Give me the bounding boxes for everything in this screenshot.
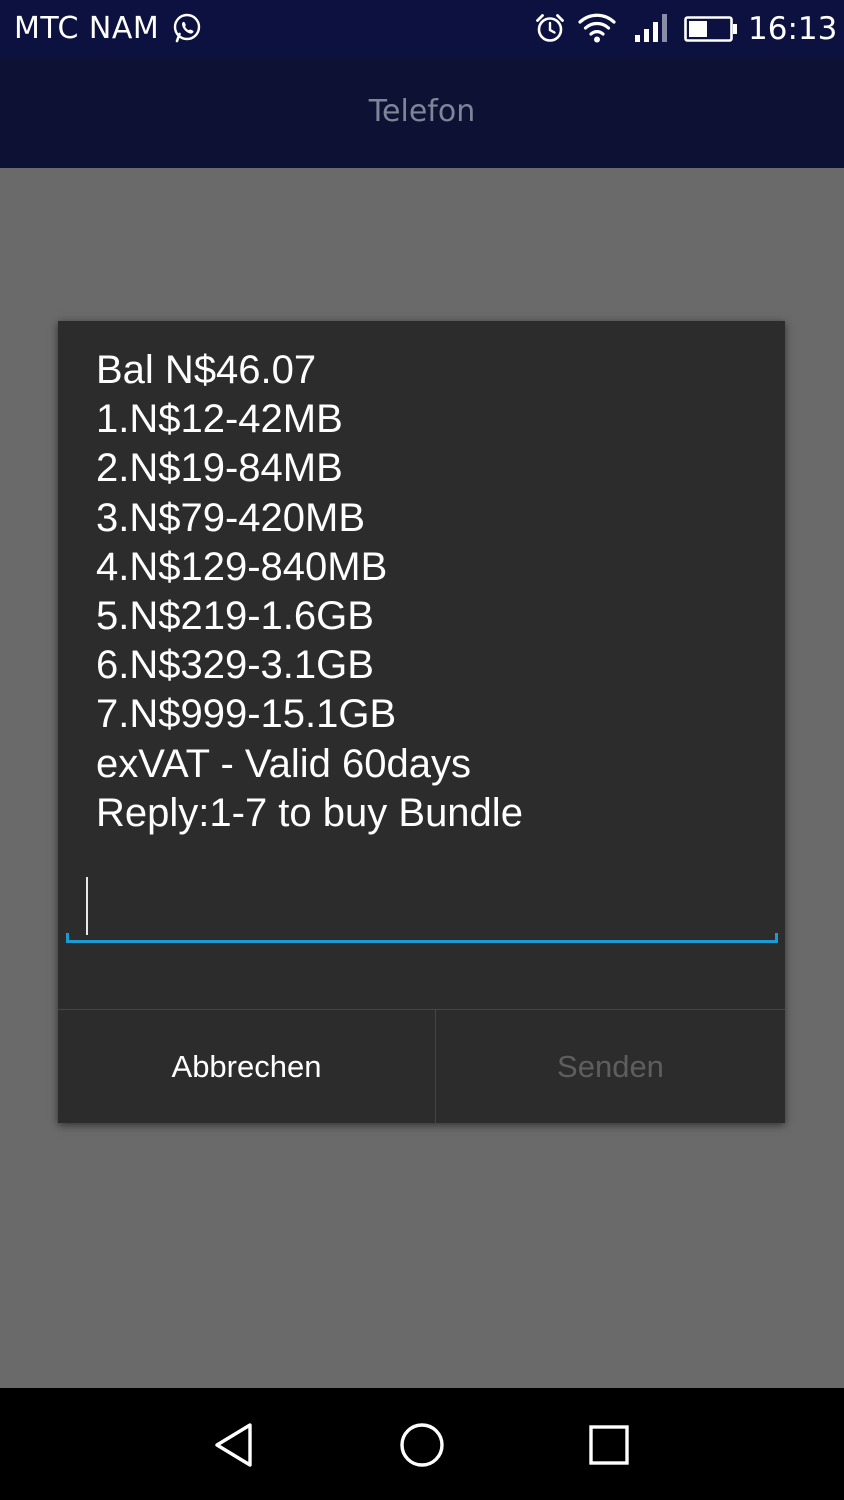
message-line: 6.N$329-3.1GB — [96, 643, 374, 688]
carrier-name: MTC NAM — [14, 11, 160, 46]
app-bar: Telefon — [0, 58, 844, 168]
send-button[interactable]: Senden — [436, 1010, 785, 1124]
wifi-icon — [578, 13, 616, 43]
ussd-dialog: Bal N$46.07 1.N$12-42MB 2.N$19-84MB 3.N$… — [58, 321, 785, 1124]
message-line: 1.N$12-42MB — [96, 397, 343, 442]
status-bar: MTC NAM 16:13 — [0, 0, 844, 58]
recent-apps-icon[interactable] — [588, 1424, 630, 1466]
message-line: 7.N$999-15.1GB — [96, 692, 397, 737]
navigation-bar — [0, 1388, 844, 1500]
input-underline — [66, 940, 778, 943]
app-title: Telefon — [368, 94, 476, 129]
message-line: Reply:1-7 to buy Bundle — [96, 790, 523, 835]
message-line: 4.N$129-840MB — [96, 544, 388, 589]
alarm-icon — [536, 14, 564, 42]
message-line: exVAT - Valid 60days — [96, 741, 471, 786]
home-icon[interactable] — [398, 1421, 446, 1469]
ussd-message: Bal N$46.07 1.N$12-42MB 2.N$19-84MB 3.N$… — [96, 346, 766, 838]
message-line: 2.N$19-84MB — [96, 446, 343, 491]
battery-icon — [684, 16, 737, 42]
back-icon[interactable] — [212, 1422, 258, 1468]
text-cursor — [86, 877, 88, 935]
signal-icon — [635, 14, 667, 42]
status-clock: 16:13 — [748, 11, 838, 47]
reply-input[interactable] — [66, 869, 778, 943]
whatsapp-icon — [173, 13, 201, 43]
message-line: 5.N$219-1.6GB — [96, 594, 374, 639]
message-line: Bal N$46.07 — [96, 348, 317, 392]
cancel-button[interactable]: Abbrechen — [58, 1010, 435, 1124]
message-line: 3.N$79-420MB — [96, 495, 366, 540]
dialog-button-row: Abbrechen Senden — [58, 1009, 785, 1124]
phone-screen: MTC NAM 16:13 Telefon Bal N$46.07 1.N$12… — [0, 0, 844, 1500]
